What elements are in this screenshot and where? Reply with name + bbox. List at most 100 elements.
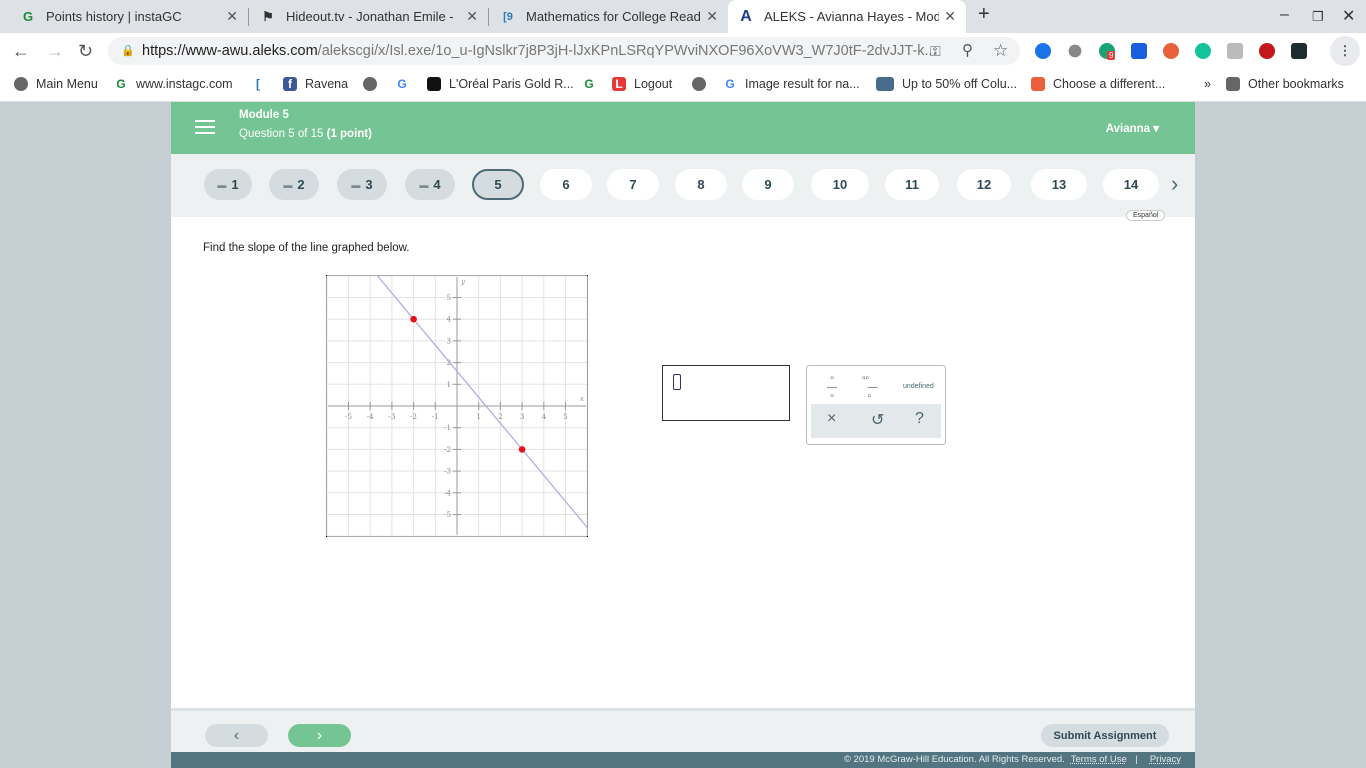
undefined-button[interactable]: undefined [903, 383, 934, 390]
question-number: 4 [433, 177, 441, 192]
menu-icon[interactable]: ⋮ [1330, 36, 1360, 66]
close-icon[interactable]: ✕ [706, 8, 718, 25]
answered-icon: ▬ [351, 179, 361, 190]
question-button-14[interactable]: 14 [1103, 169, 1159, 200]
question-button-8[interactable]: 8 [675, 169, 727, 200]
question-number: 10 [832, 177, 848, 192]
bookmark-item[interactable]: f Ravena [283, 77, 348, 91]
tab-title: Mathematics for College Readin [526, 9, 701, 24]
question-number: 7 [629, 177, 637, 192]
zoom-icon[interactable]: ⚲ [962, 41, 973, 59]
extension-icon[interactable] [1035, 43, 1051, 59]
key-icon[interactable]: ⚿ [930, 43, 941, 60]
tab-title: ALEKS - Avianna Hayes - Module [764, 9, 939, 24]
restore-button[interactable]: ❐ [1312, 9, 1324, 25]
bookmark-item[interactable] [363, 77, 385, 91]
question-button-3[interactable]: ▬ 3 [337, 169, 387, 200]
question-button-5[interactable]: 5 [472, 169, 524, 200]
question-button-11[interactable]: 11 [885, 169, 939, 200]
y-tick-label: 5 [447, 294, 451, 302]
hamburger-menu-icon[interactable] [195, 120, 215, 134]
y-tick-label: -5 [444, 511, 451, 519]
bookmark-item[interactable]: Gwww.instagc.com [114, 77, 232, 91]
tab-instagc[interactable]: G Points history | instaGC ✕ [10, 0, 248, 33]
answered-icon: ▬ [419, 179, 429, 190]
more-bookmarks-icon[interactable]: » [1204, 77, 1211, 91]
question-button-9[interactable]: 9 [742, 169, 794, 200]
x-tick-label: 1 [476, 413, 480, 421]
x-tick-label: 3 [520, 413, 524, 421]
star-icon[interactable]: ☆ [993, 41, 1008, 61]
question-button-4[interactable]: ▬ 4 [405, 169, 455, 200]
close-icon[interactable]: ✕ [466, 8, 478, 25]
grammarly-icon[interactable] [1195, 43, 1211, 59]
extension-icon[interactable] [1259, 43, 1275, 59]
tab-mathematics[interactable]: [9 Mathematics for College Readin ✕ [490, 0, 728, 33]
bookmark-item[interactable] [692, 77, 714, 91]
extension-icon[interactable]: 9 [1099, 43, 1116, 60]
bookmark-item[interactable]: Up to 50% off Colu... [876, 77, 1017, 91]
bookmark-item[interactable]: Main Menu [14, 77, 98, 91]
next-button[interactable]: › [288, 724, 351, 747]
mixed-number-button[interactable]: ▫▫ — ▫ [862, 374, 878, 402]
extension-icon[interactable] [1131, 43, 1147, 59]
tab-hideout[interactable]: ⚑ Hideout.tv - Jonathan Emile - Ed ✕ [250, 0, 488, 33]
clear-button[interactable]: × [827, 410, 836, 428]
question-number: 12 [976, 177, 992, 192]
bookmark-item[interactable]: Choose a different... [1031, 77, 1165, 91]
bookmark-item[interactable]: [ [251, 77, 273, 91]
minimize-button[interactable]: – [1280, 6, 1289, 24]
help-button[interactable]: ? [915, 410, 924, 428]
question-button-6[interactable]: 6 [540, 169, 592, 200]
chevron-right-icon[interactable]: › [1171, 171, 1178, 197]
undo-button[interactable]: ↺ [871, 410, 884, 430]
question-number: 2 [297, 177, 305, 192]
y-tick-label: -3 [444, 468, 451, 476]
privacy-link[interactable]: Privacy [1150, 754, 1181, 765]
extension-icon[interactable] [1227, 43, 1243, 59]
answer-input[interactable] [662, 365, 790, 421]
extension-icon[interactable] [1291, 43, 1307, 59]
forward-button[interactable]: → [46, 41, 64, 62]
fraction-button[interactable]: ▫ — ▫ [827, 374, 837, 402]
bookmark-item[interactable]: L Logout [612, 77, 672, 91]
extension-icon[interactable] [1163, 43, 1179, 59]
graph-point [518, 446, 526, 453]
y-tick-label: 3 [447, 337, 451, 345]
question-button-12[interactable]: 12 [957, 169, 1011, 200]
bookmark-item[interactable]: G [395, 77, 417, 91]
x-tick-label: -5 [345, 413, 352, 421]
question-button-10[interactable]: 10 [811, 169, 869, 200]
submit-assignment-button[interactable]: Submit Assignment [1041, 724, 1169, 747]
bookmark-item[interactable]: L'Oréal Paris Gold R... [427, 77, 574, 91]
other-bookmarks[interactable]: Other bookmarks [1226, 77, 1344, 91]
espanol-link[interactable]: Español [1126, 210, 1166, 221]
aleks-app: Module 5 Question 5 of 15 (1 point) Avia… [171, 102, 1195, 768]
y-tick-label: -2 [444, 446, 451, 454]
bookmark-item[interactable]: G Image result for na... [723, 77, 859, 91]
question-button-13[interactable]: 13 [1031, 169, 1087, 200]
y-tick-label: -4 [444, 489, 451, 497]
x-tick-label: -1 [432, 413, 439, 421]
close-icon[interactable]: ✕ [226, 8, 238, 25]
new-tab-button[interactable]: + [978, 3, 990, 26]
question-button-1[interactable]: ▬ 1 [204, 169, 252, 200]
reload-button[interactable]: ↻ [78, 41, 93, 62]
previous-button[interactable]: ‹ [205, 724, 268, 747]
bookmark-item[interactable]: G [582, 77, 604, 91]
url-input[interactable]: 🔒 https://www-awu.aleks.com/alekscgi/x/Is… [108, 37, 1020, 65]
question-button-2[interactable]: ▬ 2 [269, 169, 319, 200]
close-window-button[interactable]: ✕ [1342, 6, 1355, 26]
address-bar-row: ← → ↻ 🔒 https://www-awu.aleks.com/alekscg… [0, 33, 1366, 69]
user-menu[interactable]: Avianna ▾ [1106, 121, 1159, 135]
tab-aleks[interactable]: A ALEKS - Avianna Hayes - Module ✕ [728, 0, 966, 33]
footer-bar: ‹ › Submit Assignment [171, 708, 1195, 752]
x-tick-label: -3 [388, 413, 395, 421]
terms-link[interactable]: Terms of Use [1071, 754, 1127, 765]
question-button-7[interactable]: 7 [607, 169, 659, 200]
copyright-bar: © 2019 McGraw-Hill Education. All Rights… [171, 752, 1195, 768]
close-icon[interactable]: ✕ [944, 8, 956, 25]
extension-icon[interactable] [1068, 44, 1082, 58]
back-button[interactable]: ← [12, 41, 30, 62]
question-number: 13 [1051, 177, 1067, 192]
